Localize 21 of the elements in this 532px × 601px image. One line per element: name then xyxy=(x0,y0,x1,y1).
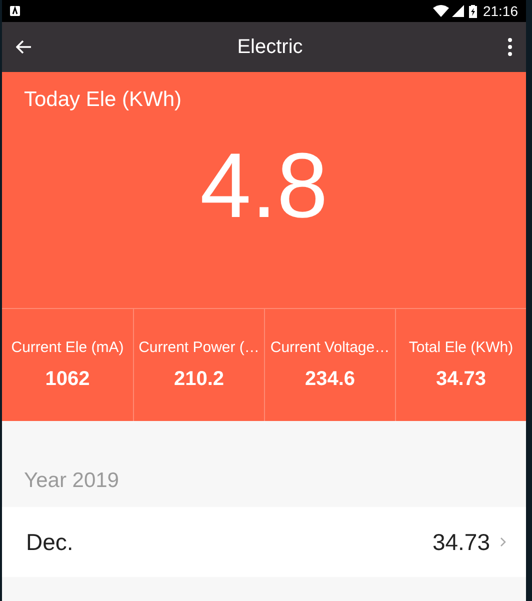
back-arrow-icon xyxy=(16,40,32,54)
window-title: Electric xyxy=(236,36,304,58)
stat-value: 1062 xyxy=(45,368,90,391)
stat-label: Total Ele (KWh) xyxy=(408,339,514,356)
stat-value: 34.73 xyxy=(436,368,486,391)
wifi-icon xyxy=(432,5,449,17)
today-label: Today Ele (KWh) xyxy=(24,88,183,112)
chevron-right-icon xyxy=(500,537,506,547)
stat-label: Current Power (… xyxy=(138,339,260,356)
month-row[interactable]: Dec. 34.73 xyxy=(2,507,526,577)
signal-icon xyxy=(452,5,464,17)
notification-icon xyxy=(10,6,20,16)
stat-value: 234.6 xyxy=(304,368,356,391)
status-time: 21:16 xyxy=(482,3,518,19)
stat-label: Current Ele (mA) xyxy=(11,339,124,356)
stat-value: 210.2 xyxy=(174,368,224,391)
more-icon xyxy=(508,38,512,56)
today-value: 4.8 xyxy=(199,134,329,239)
battery-icon xyxy=(468,4,477,18)
year-header: Year 2019 xyxy=(23,469,120,494)
stat-label: Current Voltage… xyxy=(270,339,390,356)
